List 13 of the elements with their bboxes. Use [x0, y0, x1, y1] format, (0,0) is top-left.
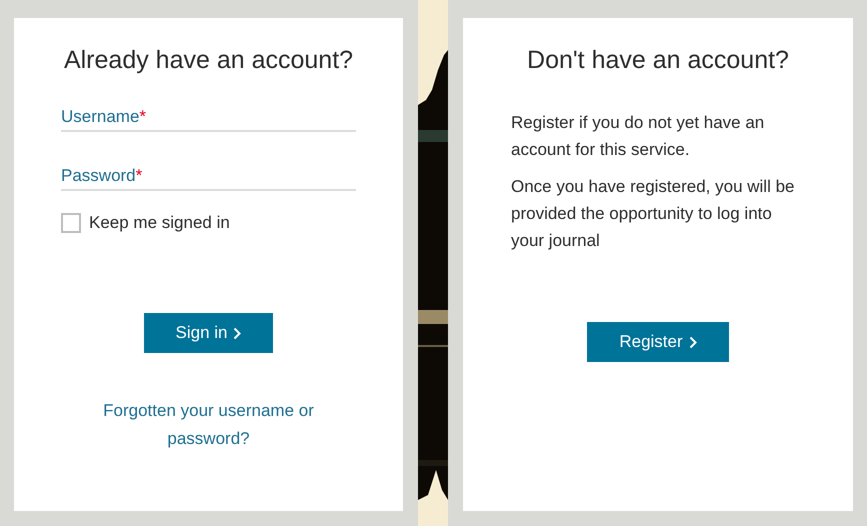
register-button[interactable]: Register — [587, 322, 729, 362]
sign-in-button[interactable]: Sign in — [144, 313, 274, 353]
input-field[interactable]: Password* — [61, 162, 356, 191]
checkbox[interactable] — [61, 213, 81, 233]
card-title: Don't have an account? — [527, 46, 789, 75]
forgot-password-link[interactable]: Forgotten your username or password? — [74, 397, 344, 453]
info-paragraph: Register if you do not yet have an account for this service. — [510, 112, 766, 161]
info-paragraph: Once you have registered, you will be provided the opportunity to log into your journal — [510, 176, 796, 252]
chevron-icon — [688, 336, 697, 348]
input-field[interactable]: Username* — [61, 103, 356, 132]
checkbox-label: Keep me signed in — [89, 213, 230, 233]
chevron-icon — [233, 326, 242, 340]
card-title: Already have an account? — [64, 46, 354, 75]
